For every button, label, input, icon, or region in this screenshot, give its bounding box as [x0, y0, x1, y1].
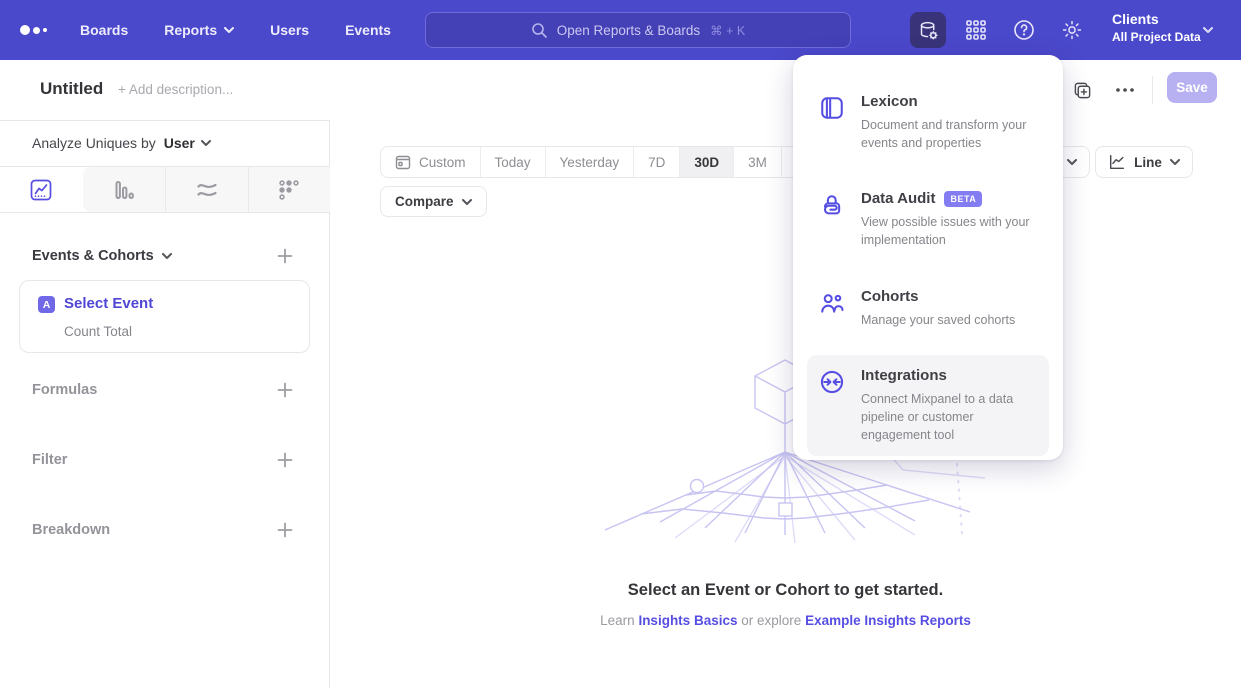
line-chart-icon — [29, 178, 53, 202]
chart-type-selector[interactable]: Line — [1095, 146, 1193, 178]
menu-item-data-audit[interactable]: Data AuditBETA View possible issues with… — [807, 178, 1049, 261]
add-filter-button[interactable] — [277, 452, 293, 468]
chart-tab-insights[interactable] — [0, 167, 83, 212]
flows-icon — [195, 178, 219, 202]
duplicate-button[interactable] — [1070, 78, 1094, 102]
chevron-down-icon — [224, 27, 234, 33]
top-navigation-bar: Boards Reports Users Events Open Reports… — [0, 0, 1241, 60]
formulas-label: Formulas — [32, 382, 97, 398]
chart-tab-retention[interactable] — [248, 167, 331, 212]
event-card[interactable]: A Select Event Count Total — [19, 280, 310, 353]
database-gear-icon — [918, 20, 939, 41]
insights-basics-link[interactable]: Insights Basics — [638, 613, 737, 628]
search-input[interactable]: Open Reports & Boards ⌘ + K — [425, 12, 851, 48]
help-button[interactable] — [1006, 12, 1042, 48]
menu-item-lexicon[interactable]: Lexicon Document and transform your even… — [807, 81, 1049, 164]
date-range-custom[interactable]: Custom — [381, 147, 480, 177]
org-name: Clients — [1112, 10, 1201, 29]
chart-category-tabs — [0, 166, 330, 213]
date-range-control: Custom Today Yesterday 7D 30D 3M 6M — [380, 146, 830, 178]
chevron-down-icon — [1203, 27, 1213, 33]
save-button[interactable]: Save — [1167, 72, 1217, 103]
event-aggregation[interactable]: Count Total — [64, 324, 132, 339]
header-divider — [1152, 76, 1153, 104]
filter-label: Filter — [32, 452, 67, 468]
chevron-down-icon — [462, 199, 472, 205]
chart-tab-group — [83, 167, 331, 212]
bar-chart-icon — [112, 178, 136, 202]
example-insights-reports-link[interactable]: Example Insights Reports — [805, 613, 971, 628]
apps-grid-button[interactable] — [958, 12, 994, 48]
grid-apps-icon — [966, 20, 986, 40]
date-range-today[interactable]: Today — [480, 147, 545, 177]
search-shortcut: ⌘ + K — [710, 23, 745, 38]
analyze-uniques-label: Analyze Uniques by — [32, 135, 156, 151]
date-range-yesterday[interactable]: Yesterday — [545, 147, 634, 177]
empty-state-title: Select an Event or Cohort to get started… — [330, 581, 1241, 600]
data-audit-icon — [819, 192, 845, 218]
analyze-by-selector[interactable]: User — [164, 135, 211, 151]
search-icon — [531, 22, 547, 38]
data-management-button[interactable] — [910, 12, 946, 48]
project-name: All Project Data — [1112, 29, 1201, 45]
chevron-down-icon — [162, 253, 172, 259]
project-selector[interactable]: Clients All Project Data — [1112, 10, 1201, 45]
event-letter-badge: A — [38, 296, 55, 313]
ellipsis-icon — [1116, 88, 1134, 92]
data-management-dropdown: Lexicon Document and transform your even… — [793, 55, 1063, 460]
duplicate-icon — [1073, 81, 1092, 100]
beta-badge: BETA — [944, 191, 982, 207]
integrations-sync-icon — [819, 369, 845, 395]
add-description-field[interactable]: + Add description... — [118, 82, 233, 97]
dots-grid-icon — [277, 178, 301, 202]
cohorts-people-icon — [819, 290, 845, 316]
chevron-down-icon — [201, 140, 211, 146]
help-icon — [1013, 19, 1035, 41]
query-builder-sidebar: Analyze Uniques by User — [0, 120, 330, 688]
add-breakdown-button[interactable] — [277, 522, 293, 538]
breakdown-label: Breakdown — [32, 522, 110, 538]
menu-item-integrations[interactable]: Integrations Connect Mixpanel to a data … — [807, 355, 1049, 456]
date-range-3m[interactable]: 3M — [733, 147, 781, 177]
chart-tab-flows[interactable] — [165, 167, 248, 212]
nav-events[interactable]: Events — [345, 22, 391, 38]
empty-state-subtitle: Learn Insights Basics or explore Example… — [330, 613, 1241, 628]
report-title[interactable]: Untitled — [40, 79, 103, 99]
date-range-30d[interactable]: 30D — [679, 147, 733, 177]
mixpanel-logo[interactable] — [20, 23, 50, 37]
chevron-down-icon — [1067, 159, 1077, 165]
line-chart-icon — [1108, 153, 1126, 171]
nav-users[interactable]: Users — [270, 22, 309, 38]
events-cohorts-header[interactable]: Events & Cohorts — [32, 248, 172, 264]
select-event-button[interactable]: Select Event — [64, 295, 153, 312]
date-range-7d[interactable]: 7D — [633, 147, 679, 177]
chevron-down-icon — [1170, 159, 1180, 165]
add-formula-button[interactable] — [277, 382, 293, 398]
more-options-button[interactable] — [1113, 78, 1137, 102]
nav-boards[interactable]: Boards — [80, 22, 128, 38]
nav-reports[interactable]: Reports — [164, 22, 234, 38]
add-event-button[interactable] — [277, 248, 293, 264]
search-placeholder: Open Reports & Boards — [557, 23, 700, 38]
compare-button[interactable]: Compare — [380, 186, 487, 217]
chart-tab-bar[interactable] — [83, 167, 166, 212]
lexicon-book-icon — [819, 95, 845, 121]
settings-button[interactable] — [1054, 12, 1090, 48]
gear-icon — [1061, 19, 1083, 41]
menu-item-cohorts[interactable]: Cohorts Manage your saved cohorts — [807, 276, 1049, 341]
calendar-icon — [395, 154, 411, 170]
